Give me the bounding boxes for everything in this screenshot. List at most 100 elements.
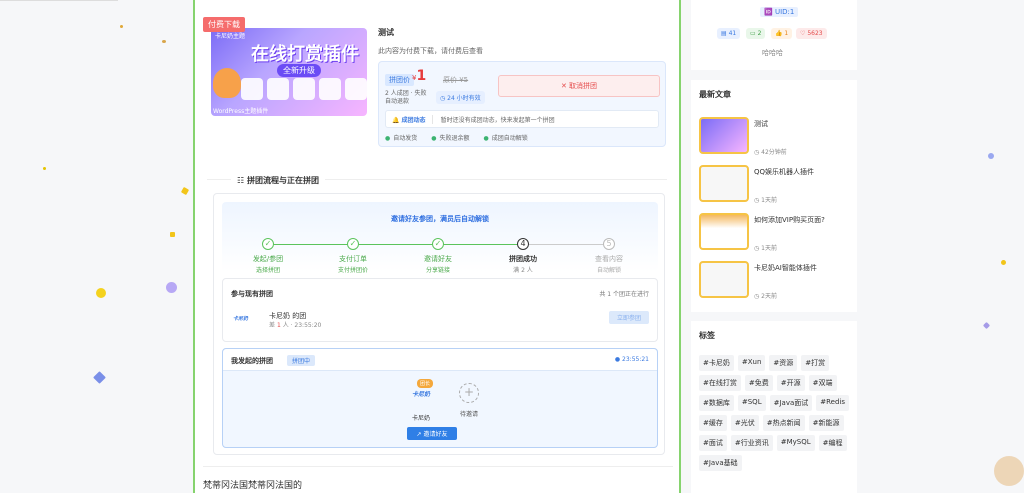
tag-link[interactable]: #缓存 (699, 415, 727, 431)
tag-link[interactable]: #新能源 (808, 415, 844, 431)
join-now-button[interactable]: 立即参团 (609, 311, 649, 324)
article-item[interactable]: 如何添加VIP购买页面? ◷ 1天前 (699, 213, 849, 253)
article-thumbnail[interactable] (699, 165, 749, 202)
invite-friends-button[interactable]: ↗ 邀请好友 (407, 427, 457, 440)
tag-link[interactable]: #卡尼奶 (699, 355, 734, 371)
article-time: ◷ 1天前 (754, 197, 777, 204)
article-time: ◷ 2天前 (754, 293, 777, 300)
group-price: ¥1 (412, 68, 427, 84)
author-card: 🆔 UID:1 ▤ 41 ▭ 2 👍 1 ♡ 5623 哈哈哈 (691, 0, 857, 70)
waiting-label: 待邀请 (459, 411, 478, 418)
confetti-dot (170, 232, 175, 237)
paid-download-badge: 付费下载 (203, 17, 245, 32)
article-title[interactable]: 卡尼奶AI智能体插件 (754, 263, 817, 273)
article-item[interactable]: 卡尼奶AI智能体插件 ◷ 2天前 (699, 261, 849, 301)
article-item[interactable]: 测试 ◷ 42分钟前 (699, 117, 849, 157)
product-description: 此内容为付费下载，请付费后查看 (378, 47, 483, 55)
article-time: ◷ 1天前 (754, 245, 777, 252)
main-content: 付费下载 卡尼奶主题 在线打赏插件 全新升级 WordPress主题插件 测试 … (193, 0, 681, 493)
tag-link[interactable]: #Java基础 (699, 455, 742, 471)
my-group-title: 我发起的拼团 (231, 357, 273, 365)
join-count: 共 1 个团正在进行 (599, 291, 649, 298)
confetti-dot (180, 186, 190, 196)
tag-link[interactable]: #光伏 (730, 415, 759, 431)
article-body-text: 梵蒂冈法国梵蒂冈法国的 (203, 481, 303, 491)
views-stat: ♡ 5623 (796, 28, 827, 39)
leader-member: 团长 卡尼奶 卡尼奶 (401, 379, 441, 422)
group-dynamics: 🔔 成团动态 暂时还没有成团动态，快来发起第一个拼团 (385, 110, 659, 128)
flow-section-heading: ☷ 拼团流程与正在拼团 (207, 175, 667, 186)
join-existing-group: 参与现有拼团 共 1 个团正在进行 卡尼奶 卡尼奶 的团 差 1 人 · 23:… (222, 278, 658, 342)
tag-link[interactable]: #SQL (737, 395, 766, 411)
feature-item: 成团自动解锁 (484, 133, 528, 142)
tag-link[interactable]: #在线打赏 (699, 375, 741, 391)
latest-articles-widget: 最新文章 测试 ◷ 42分钟前 QQ娱乐机器人插件 ◷ 1天前 如何添加VIP购… (691, 80, 857, 312)
tags-title: 标签 (699, 331, 715, 340)
tag-link[interactable]: #热点新闻 (762, 415, 805, 431)
my-group-header: 我发起的拼团 拼团中 ● 23:55:21 (223, 349, 657, 371)
article-title[interactable]: QQ娱乐机器人插件 (754, 167, 814, 177)
leader-name: 卡尼奶 (411, 415, 430, 422)
cover-small-text: 卡尼奶主题 (215, 33, 246, 40)
leader-badge: 团长 (417, 379, 434, 388)
countdown: ● 23:55:21 (614, 356, 649, 363)
author-signature: 哈哈哈 (762, 49, 783, 57)
cover-foot: WordPress主题插件 (213, 108, 269, 115)
plus-icon[interactable]: + (459, 383, 479, 403)
dynamics-label: 🔔 成团动态 (386, 114, 433, 124)
tag-list: #卡尼奶 #Xun #资源 #打赏 #在线打赏 #免费 #开源 #双端 #数据库 #SQL #Jav… (699, 355, 851, 471)
confetti-dot (982, 321, 991, 330)
article-item[interactable]: QQ娱乐机器人插件 ◷ 1天前 (699, 165, 849, 205)
likes-stat: 👍 1 (771, 28, 793, 39)
tag-link[interactable]: #面试 (699, 435, 727, 451)
tag-link[interactable]: #Redis (816, 395, 850, 411)
confetti-dot (93, 371, 106, 384)
leader-avatar: 卡尼奶 (411, 391, 430, 398)
step-success: 4 拼团成功满 2 人 (509, 238, 537, 274)
my-group-box: 我发起的拼团 拼团中 ● 23:55:21 团长 卡尼奶 卡尼奶 + 待邀请 ↗… (222, 348, 658, 448)
confetti-dot (96, 288, 106, 298)
waiting-slot[interactable]: + 待邀请 (449, 383, 489, 418)
group-status-badge: 拼团中 (287, 355, 316, 366)
tag-link[interactable]: #编程 (818, 435, 847, 451)
confetti-dot (994, 456, 1024, 486)
confetti-dot (43, 167, 46, 170)
cover-subtitle: 全新升级 (277, 64, 321, 77)
cancel-group-button[interactable]: ✕ 取消拼团 (498, 75, 660, 97)
tag-link[interactable]: #资源 (769, 355, 798, 371)
feature-item: 自动发货 (385, 133, 417, 142)
article-thumbnail[interactable] (699, 117, 749, 154)
confetti-dot (1001, 260, 1006, 265)
steps-heading: 邀请好友参团，满员后自动解锁 (391, 215, 489, 223)
article-thumbnail[interactable] (699, 261, 749, 298)
article-title[interactable]: 测试 (754, 119, 768, 129)
group-price-tag: 拼团价 (385, 74, 414, 86)
tags-widget: 标签 #卡尼奶 #Xun #资源 #打赏 #在线打赏 #免费 #开源 #双端 #数据库 #SQL #… (691, 321, 857, 493)
tag-link[interactable]: #数据库 (699, 395, 734, 411)
product-title: 测试 (378, 28, 394, 37)
tag-link[interactable]: #Xun (737, 355, 766, 371)
dynamics-text: 暂时还没有成团动态，快来发起第一个拼团 (440, 116, 555, 124)
comments-stat: ▭ 2 (746, 28, 766, 39)
tag-link[interactable]: #打赏 (801, 355, 830, 371)
tag-link[interactable]: #双端 (808, 375, 837, 391)
product-cover-image[interactable]: 卡尼奶主题 在线打赏插件 全新升级 WordPress主题插件 (211, 28, 367, 116)
refund-info: 自动退款 (385, 98, 410, 105)
confetti-dot (162, 40, 166, 43)
uid-badge: 🆔 UID:1 (760, 7, 799, 17)
tag-link[interactable]: #行业资讯 (730, 435, 773, 451)
confetti-dot (120, 25, 123, 28)
confetti-dot (166, 282, 177, 293)
confetti-dot (988, 153, 994, 159)
steps-box: 邀请好友参团，满员后自动解锁 ✓ 发起/参团 选择拼团 ✓ 支付订单 支付拼团价 ✓ 邀请… (222, 202, 658, 274)
tag-link[interactable]: #免费 (744, 375, 773, 391)
latest-articles-title: 最新文章 (699, 90, 731, 99)
tag-link[interactable]: #开源 (776, 375, 805, 391)
price-box: 拼团价 ¥1 原价 ¥5 ✕ 取消拼团 2 人成团 · 失败 自动退款 ◷ 24… (378, 61, 666, 147)
article-thumbnail[interactable] (699, 213, 749, 250)
step-invite: ✓ 邀请好友 分享链接 (424, 238, 452, 274)
article-title[interactable]: 如何添加VIP购买页面? (754, 215, 825, 225)
tag-link[interactable]: #MySQL (776, 435, 815, 451)
feature-item: 失败退余额 (431, 133, 470, 142)
tag-link[interactable]: #Java面试 (769, 395, 813, 411)
